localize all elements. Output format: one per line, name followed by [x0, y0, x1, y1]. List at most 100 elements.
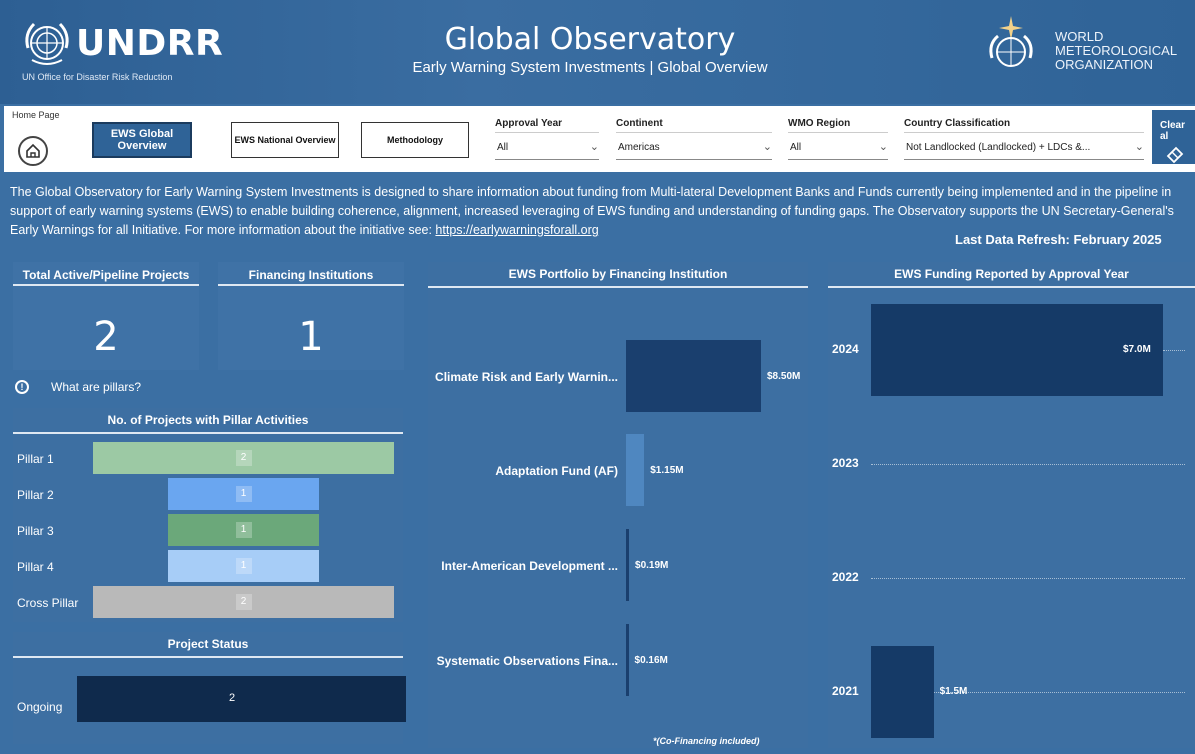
portfolio-value-label: $8.50M	[767, 371, 801, 382]
initiative-link[interactable]: https://earlywarningsforall.org	[435, 223, 598, 237]
partner-line-2: METEOROLOGICAL	[1055, 43, 1178, 58]
undrr-logo: UNDRR	[20, 16, 223, 70]
approval-year-select[interactable]: All ⌄	[495, 132, 599, 160]
pillar-label: Cross Pillar	[17, 596, 79, 610]
portfolio-value-label: $0.19M	[635, 560, 669, 571]
filter-label: Country Classification	[904, 118, 1011, 129]
funding-value-label: $7.0M	[1123, 344, 1151, 355]
kpi-title: Total Active/Pipeline Projects	[13, 262, 199, 286]
funding-value-label: $1.5M	[939, 686, 968, 697]
pillar-bar: 1	[168, 478, 319, 510]
filter-continent: Continent Americas ⌄	[616, 118, 772, 160]
kpi-financing-institutions: Financing Institutions 1	[218, 262, 404, 370]
portfolio-value-label: $1.15M	[650, 465, 684, 476]
filter-approval-year: Approval Year All ⌄	[495, 118, 599, 160]
status-value: 2	[229, 692, 236, 704]
pillar-row: Pillar 1 2	[13, 442, 403, 474]
nav-ews-global-overview[interactable]: EWS Global Overview	[92, 122, 192, 158]
partner-name: WORLD METEOROLOGICAL ORGANIZATION	[1055, 30, 1177, 72]
page-title: Global Observatory	[444, 22, 736, 57]
pillars-info-button[interactable]: ! What are pillars?	[15, 380, 141, 394]
portfolio-category-label: Systematic Observations Fina...	[436, 654, 618, 668]
portfolio-bar	[626, 434, 645, 506]
kpi-total-projects: Total Active/Pipeline Projects 2	[13, 262, 199, 370]
portfolio-category-label: Climate Risk and Early Warnin...	[435, 370, 618, 384]
funding-year-label: 2024	[832, 342, 859, 356]
pillar-bar: 1	[168, 514, 319, 546]
portfolio-bar	[626, 340, 761, 412]
portfolio-category-label: Adaptation Fund (AF)	[495, 464, 618, 478]
portfolio-bar	[626, 624, 629, 696]
nav-ews-national-overview[interactable]: EWS National Overview	[231, 122, 339, 158]
pillar-row: Pillar 3 1	[13, 514, 403, 546]
filter-value: All	[790, 142, 802, 153]
pillar-label: Pillar 2	[17, 488, 54, 502]
filter-wmo-region: WMO Region All ⌄	[788, 118, 888, 160]
filter-value: Not Landlocked (Landlocked) + LDCs &...	[906, 142, 1091, 153]
org-subtitle: UN Office for Disaster Risk Reduction	[22, 72, 173, 82]
pillars-panel: No. of Projects with Pillar Activities P…	[13, 408, 403, 622]
funding-year-label: 2021	[832, 684, 859, 698]
page-subtitle: Early Warning System Investments | Globa…	[412, 59, 768, 76]
funding-gridline	[871, 464, 1185, 465]
last-refresh: Last Data Refresh: February 2025	[955, 232, 1162, 247]
chevron-down-icon: ⌄	[1134, 141, 1144, 153]
continent-select[interactable]: Americas ⌄	[616, 132, 772, 160]
funding-bar	[871, 304, 1163, 396]
portfolio-footnote: *(Co-Financing included)	[653, 736, 760, 746]
pillar-label: Pillar 3	[17, 524, 54, 538]
pillars-title: No. of Projects with Pillar Activities	[13, 408, 403, 434]
partner-line-1: WORLD	[1055, 29, 1104, 44]
pillar-bar: 2	[93, 586, 394, 618]
chevron-down-icon: ⌄	[762, 141, 772, 153]
funding-year-label: 2022	[832, 570, 859, 584]
pillar-bar: 1	[168, 550, 319, 582]
filter-value: All	[497, 142, 509, 153]
funding-gridline	[871, 578, 1185, 579]
portfolio-panel: EWS Portfolio by Financing Institution C…	[428, 262, 808, 748]
funding-bar	[871, 646, 934, 738]
nav-methodology[interactable]: Methodology	[361, 122, 469, 158]
portfolio-bar	[626, 529, 630, 601]
filter-label: WMO Region	[788, 118, 851, 129]
eraser-icon	[1166, 146, 1184, 164]
page-title-block: Global Observatory Early Warning System …	[390, 22, 790, 76]
kpi-value: 1	[298, 314, 324, 360]
pillars-question: What are pillars?	[51, 380, 142, 394]
filter-toolbar: Home Page EWS Global Overview EWS Nation…	[4, 106, 1195, 172]
pillar-label: Pillar 1	[17, 452, 54, 466]
pillar-row: Cross Pillar 2	[13, 586, 403, 618]
status-bar: 2	[77, 676, 406, 722]
status-title: Project Status	[13, 632, 403, 658]
pillar-value-label: 1	[235, 486, 252, 502]
wmo-region-select[interactable]: All ⌄	[788, 132, 888, 160]
pillar-value-label: 2	[235, 594, 252, 610]
home-label: Home Page	[12, 110, 60, 120]
funding-title: EWS Funding Reported by Approval Year	[828, 262, 1195, 288]
pillar-bar: 2	[93, 442, 394, 474]
funding-gridline	[1163, 350, 1185, 351]
status-panel: Project Status Ongoing 2	[13, 632, 406, 744]
partner-line-3: ORGANIZATION	[1055, 57, 1153, 72]
pillar-label: Pillar 4	[17, 560, 54, 574]
un-emblem-icon	[25, 22, 69, 65]
pillar-row: Pillar 2 1	[13, 478, 403, 510]
pillar-value-label: 1	[235, 558, 252, 574]
country-classification-select[interactable]: Not Landlocked (Landlocked) + LDCs &... …	[904, 132, 1144, 160]
filter-label: Continent	[616, 118, 663, 129]
org-name: UNDRR	[76, 22, 224, 64]
chevron-down-icon: ⌄	[589, 141, 599, 153]
clear-all-button[interactable]: Clear al	[1152, 110, 1195, 164]
header-banner: UNDRR UN Office for Disaster Risk Reduct…	[0, 0, 1195, 104]
pillar-value-label: 1	[235, 522, 252, 538]
kpi-title: Financing Institutions	[218, 262, 404, 286]
filter-value: Americas	[618, 142, 660, 153]
funding-year-label: 2023	[832, 456, 859, 470]
home-icon	[26, 143, 40, 158]
status-label: Ongoing	[17, 700, 63, 714]
funding-gridline	[933, 692, 1185, 693]
info-icon: !	[15, 380, 29, 394]
pillar-value-label: 2	[235, 450, 252, 466]
kpi-value: 2	[93, 314, 119, 360]
home-button[interactable]	[18, 136, 48, 166]
